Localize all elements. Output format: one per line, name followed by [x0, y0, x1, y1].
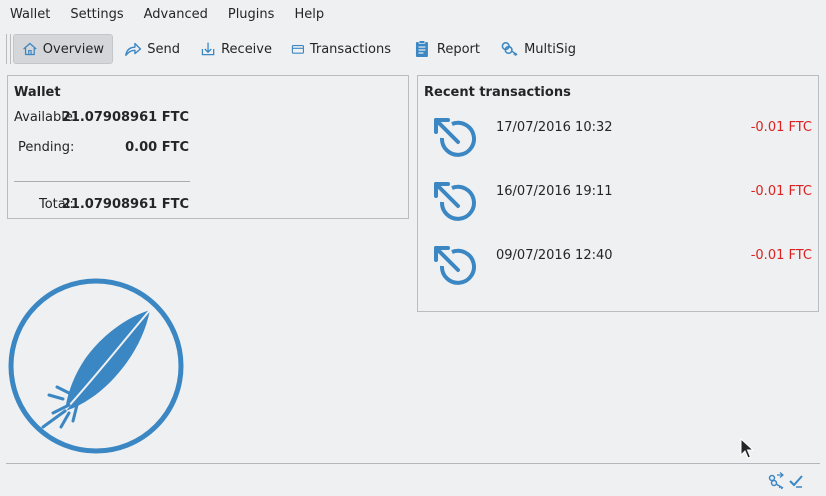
- menu-help[interactable]: Help: [284, 0, 334, 30]
- transactions-label: Transactions: [309, 41, 391, 57]
- outgoing-transaction-icon: [434, 182, 476, 221]
- receive-button[interactable]: Receive: [192, 34, 280, 64]
- feather-logo: [8, 278, 184, 454]
- home-icon: [23, 42, 37, 56]
- menu-bar: Wallet Settings Advanced Plugins Help: [0, 0, 826, 30]
- transaction-date: 09/07/2016 12:40: [496, 248, 613, 263]
- transaction-date: 16/07/2016 19:11: [496, 184, 613, 199]
- total-value: 21.07908961 FTC: [61, 197, 189, 212]
- outgoing-transaction-icon: [434, 246, 476, 285]
- menu-wallet[interactable]: Wallet: [0, 0, 60, 30]
- pending-label: Pending:: [18, 140, 75, 155]
- pending-value: 0.00 FTC: [125, 140, 189, 155]
- multisig-button[interactable]: MultiSig: [492, 34, 584, 64]
- multisig-label: MultiSig: [524, 41, 576, 57]
- send-label: Send: [147, 41, 180, 57]
- transaction-row[interactable]: 09/07/2016 12:40 -0.01 FTC: [418, 242, 812, 296]
- menu-plugins[interactable]: Plugins: [218, 0, 285, 30]
- report-label: Report: [436, 41, 480, 57]
- mouse-cursor-icon: [740, 438, 754, 459]
- clipboard-icon: [415, 40, 428, 57]
- transaction-row[interactable]: 17/07/2016 10:32 -0.01 FTC: [418, 114, 812, 168]
- receive-label: Receive: [221, 41, 272, 57]
- report-button[interactable]: Report: [404, 34, 488, 64]
- transaction-date: 17/07/2016 10:32: [496, 120, 613, 135]
- statusbar-separator: [6, 463, 820, 464]
- menu-advanced[interactable]: Advanced: [134, 0, 218, 30]
- transaction-amount: -0.01 FTC: [750, 248, 812, 263]
- overview-button[interactable]: Overview: [13, 34, 113, 64]
- toolbar: Overview Send Receive Transactions Repor…: [0, 32, 826, 66]
- recent-transactions-panel: Recent transactions 17/07/2016 10:32 -0.…: [417, 75, 819, 312]
- network-icon[interactable]: [767, 472, 785, 490]
- transaction-amount: -0.01 FTC: [750, 184, 812, 199]
- receive-tray-icon: [201, 42, 215, 56]
- keys-icon: [501, 42, 518, 57]
- transaction-row[interactable]: 16/07/2016 19:11 -0.01 FTC: [418, 178, 812, 232]
- outgoing-transaction-icon: [434, 118, 476, 157]
- wallet-panel: Wallet Available: 21.07908961 FTC Pendin…: [7, 75, 409, 219]
- send-arrow-icon: [125, 42, 142, 57]
- menu-settings[interactable]: Settings: [60, 0, 133, 30]
- available-value: 21.07908961 FTC: [61, 110, 189, 125]
- credit-card-icon: [291, 44, 305, 54]
- checkmark-icon[interactable]: [787, 472, 805, 490]
- send-button[interactable]: Send: [116, 34, 188, 64]
- transactions-button[interactable]: Transactions: [283, 34, 399, 64]
- wallet-title: Wallet: [14, 85, 61, 100]
- wallet-separator: [14, 181, 190, 182]
- toolbar-handle[interactable]: [6, 34, 11, 64]
- transaction-amount: -0.01 FTC: [750, 120, 812, 135]
- recent-transactions-title: Recent transactions: [424, 85, 571, 100]
- overview-label: Overview: [42, 41, 104, 57]
